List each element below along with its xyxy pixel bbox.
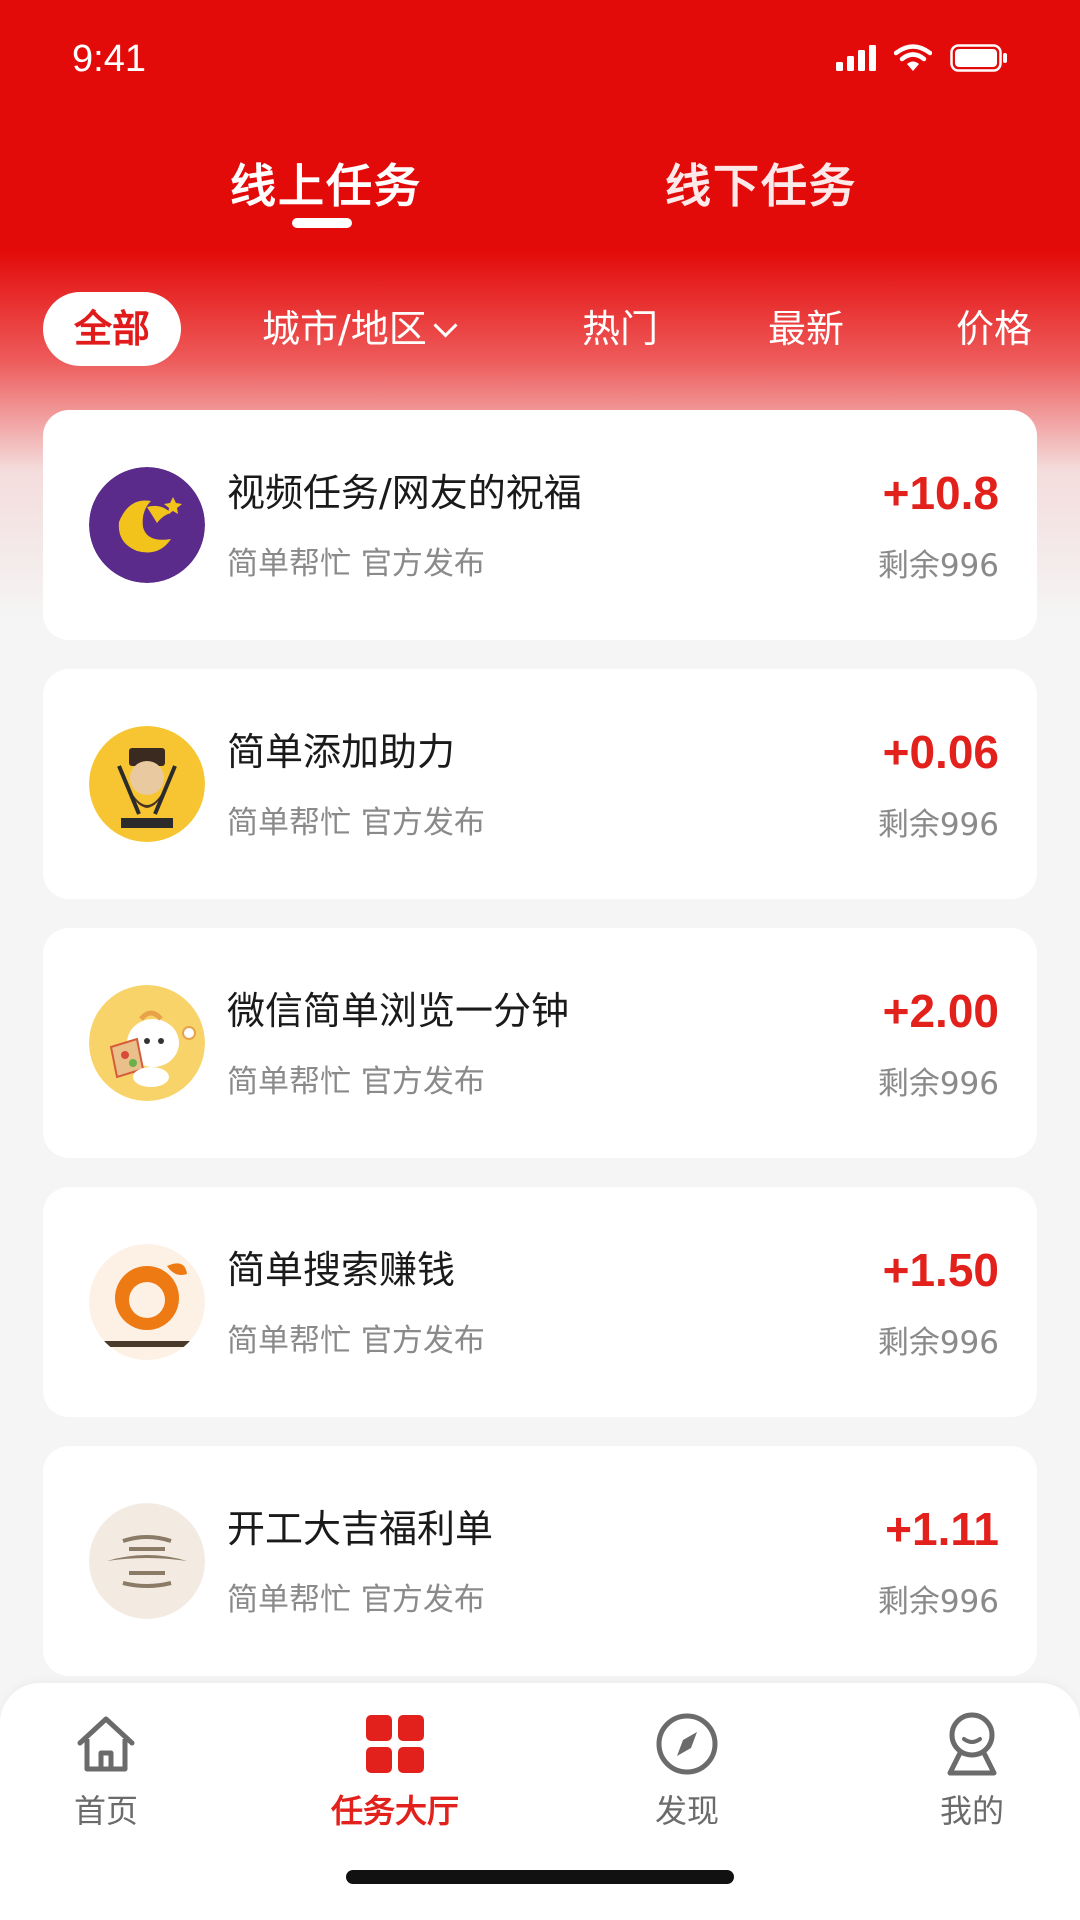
task-subtitle: 简单帮忙 官方发布	[227, 546, 485, 582]
filter-all-button[interactable]: 全部	[43, 292, 181, 366]
task-logo-icon	[89, 1244, 205, 1360]
task-remaining: 剩余996	[877, 548, 999, 584]
nav-home-label: 首页	[73, 1792, 138, 1830]
task-card[interactable]: 微信简单浏览一分钟 简单帮忙 官方发布 +2.00 剩余996	[43, 928, 1037, 1158]
filter-price-button[interactable]: 价格	[956, 292, 1032, 366]
filter-hot-button[interactable]: 热门	[582, 292, 658, 366]
bottom-nav: 首页 任务大厅 发现 我的	[0, 1683, 1080, 1920]
task-logo-icon	[89, 467, 205, 583]
compass-icon	[656, 1713, 718, 1775]
nav-mine-label: 我的	[939, 1792, 1004, 1830]
home-icon	[77, 1716, 135, 1772]
task-reward: +2.00	[882, 985, 999, 1037]
tab-offline-tasks[interactable]: 线下任务	[665, 150, 857, 216]
nav-home[interactable]: 首页	[36, 1708, 176, 1832]
task-subtitle: 简单帮忙 官方发布	[227, 1064, 485, 1100]
task-avatar	[89, 467, 205, 583]
home-indicator	[346, 1870, 734, 1884]
task-card[interactable]: 开工大吉福利单 简单帮忙 官方发布 +1.11 剩余996	[43, 1446, 1037, 1676]
task-remaining: 剩余996	[877, 807, 999, 843]
task-reward: +0.06	[882, 726, 999, 778]
task-logo-icon	[89, 1503, 205, 1619]
task-logo-icon	[89, 726, 205, 842]
tab-online-tasks[interactable]: 线上任务	[230, 150, 422, 216]
task-card[interactable]: 简单添加助力 简单帮忙 官方发布 +0.06 剩余996	[43, 669, 1037, 899]
nav-task-hall[interactable]: 任务大厅	[325, 1708, 465, 1832]
task-title: 视频任务/网友的祝福	[227, 471, 582, 515]
grid-icon	[366, 1715, 424, 1773]
task-reward: +1.50	[882, 1244, 999, 1296]
nav-mine[interactable]: 我的	[902, 1708, 1042, 1832]
task-avatar	[89, 985, 205, 1101]
task-logo-icon	[89, 985, 205, 1101]
task-subtitle: 简单帮忙 官方发布	[227, 1582, 485, 1618]
task-subtitle: 简单帮忙 官方发布	[227, 1323, 485, 1359]
active-tab-indicator	[292, 218, 352, 228]
task-remaining: 剩余996	[877, 1325, 999, 1361]
task-avatar	[89, 726, 205, 842]
task-remaining: 剩余996	[877, 1066, 999, 1102]
task-title: 开工大吉福利单	[227, 1507, 494, 1551]
task-type-tabs: 线上任务 线下任务	[0, 150, 1080, 240]
task-title: 微信简单浏览一分钟	[227, 989, 570, 1033]
task-card[interactable]: 简单搜索赚钱 简单帮忙 官方发布 +1.50 剩余996	[43, 1187, 1037, 1417]
task-avatar	[89, 1244, 205, 1360]
status-icons	[836, 44, 1008, 72]
task-remaining: 剩余996	[877, 1584, 999, 1620]
battery-icon	[950, 44, 1007, 72]
nav-task-hall-label: 任务大厅	[330, 1792, 459, 1830]
profile-icon	[947, 1712, 997, 1776]
status-time: 9:41	[72, 38, 146, 80]
wifi-icon	[894, 44, 932, 71]
status-bar: 9:41	[0, 0, 1080, 120]
filter-bar: 全部 城市/地区 热门 最新 价格	[0, 292, 1080, 366]
task-reward: +10.8	[882, 467, 999, 519]
task-avatar	[89, 1503, 205, 1619]
signal-icon	[836, 45, 876, 71]
task-card[interactable]: 视频任务/网友的祝福 简单帮忙 官方发布 +10.8 剩余996	[43, 410, 1037, 640]
task-title: 简单搜索赚钱	[227, 1248, 456, 1292]
task-title: 简单添加助力	[227, 730, 456, 774]
filter-newest-button[interactable]: 最新	[768, 292, 844, 366]
task-reward: +1.11	[885, 1503, 999, 1555]
filter-city-dropdown[interactable]: 城市/地区	[262, 292, 458, 366]
nav-discover-label: 发现	[654, 1792, 719, 1830]
nav-discover[interactable]: 发现	[617, 1708, 757, 1832]
task-list: 视频任务/网友的祝福 简单帮忙 官方发布 +10.8 剩余996 简单添加助力 …	[43, 410, 1037, 1705]
task-subtitle: 简单帮忙 官方发布	[227, 805, 485, 841]
filter-city-label: 城市/地区	[262, 307, 427, 351]
chevron-down-icon	[433, 313, 458, 338]
